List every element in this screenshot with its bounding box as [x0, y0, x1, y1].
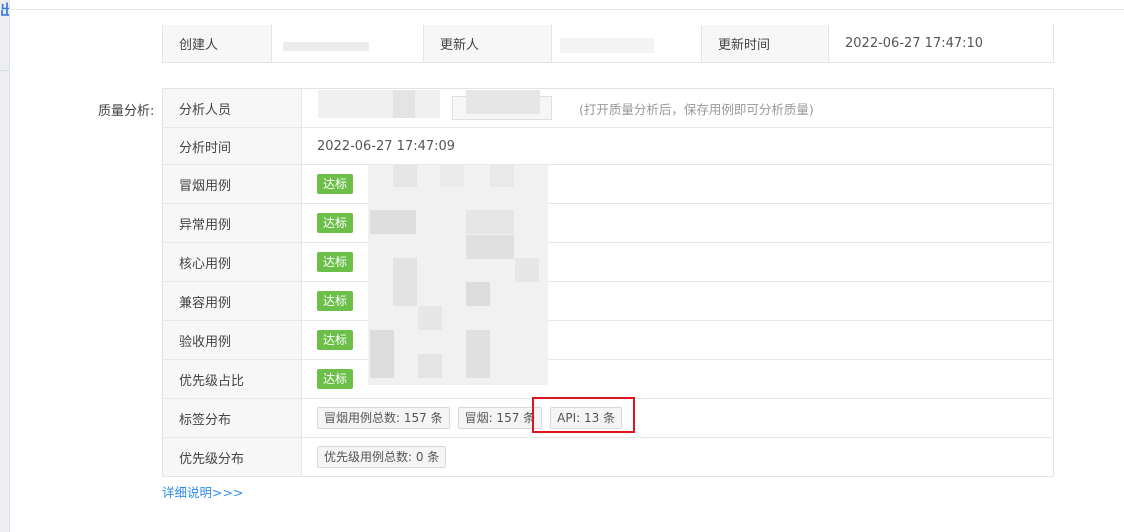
detail-link[interactable]: 详细说明>>>: [162, 482, 243, 501]
redacted-block: [393, 90, 415, 118]
table-row: 优先级占比 达标: [163, 360, 1053, 399]
quality-section-label: 质量分析:: [98, 104, 155, 119]
table-row: 异常用例 达标: [163, 204, 1053, 243]
table-row: 兼容用例 达标: [163, 282, 1053, 321]
redacted-block: [283, 42, 369, 51]
redacted-block: [466, 90, 540, 114]
redacted-block: [466, 235, 514, 259]
tag-dist-item: 冒烟用例总数: 157 条: [317, 407, 450, 429]
rail-glyph[interactable]: 出: [0, 2, 9, 20]
tag-dist-item: 冒烟: 157 条: [457, 407, 543, 429]
analyst-hint: (打开质量分析后，保存用例即可分析质量): [579, 101, 814, 117]
status-badge: 达标: [317, 291, 354, 311]
highlight-box: [532, 397, 635, 433]
row-label: 兼容用例: [163, 282, 302, 320]
table-row: 核心用例 达标: [163, 243, 1053, 282]
left-rail: 出: [0, 0, 10, 532]
analysis-time-row: 分析时间 2022-06-27 17:47:09: [163, 128, 1053, 165]
updated-time-label: 更新时间: [702, 25, 829, 62]
priority-dist-label: 优先级分布: [163, 438, 302, 476]
redacted-block: [466, 210, 514, 234]
updated-time-value: 2022-06-27 17:47:10: [845, 36, 984, 51]
status-badge: 达标: [317, 252, 354, 272]
row-label: 核心用例: [163, 243, 302, 281]
redacted-block: [370, 330, 394, 378]
top-divider: [10, 9, 1124, 10]
redacted-block: [466, 330, 490, 378]
redacted-block: [515, 258, 539, 282]
redacted-block: [560, 38, 654, 53]
redacted-block: [440, 165, 464, 187]
redacted-block: [418, 306, 442, 330]
status-badge: 达标: [317, 174, 354, 194]
analysis-time-value: 2022-06-27 17:47:09: [317, 138, 456, 154]
created-by-label: 创建人: [163, 25, 272, 62]
status-badge: 达标: [317, 330, 354, 350]
status-badge: 达标: [317, 213, 354, 233]
status-badge: 达标: [317, 369, 354, 389]
rail-divider: [0, 70, 9, 71]
analysis-time-label: 分析时间: [163, 128, 302, 164]
redacted-block: [490, 165, 514, 187]
table-row: 冒烟用例 达标: [163, 165, 1053, 204]
redacted-block: [466, 282, 490, 306]
row-label: 异常用例: [163, 204, 302, 242]
priority-distribution-row: 优先级分布 优先级用例总数: 0 条: [163, 438, 1053, 476]
redacted-block: [318, 90, 440, 118]
row-label: 优先级占比: [163, 360, 302, 398]
updated-by-label: 更新人: [424, 25, 552, 62]
redacted-block: [393, 258, 417, 306]
redacted-block: [393, 165, 417, 187]
priority-dist-item: 优先级用例总数: 0 条: [317, 446, 447, 468]
redacted-block: [370, 210, 416, 234]
table-row: 验收用例 达标: [163, 321, 1053, 360]
tag-dist-label: 标签分布: [163, 399, 302, 437]
row-label: 验收用例: [163, 321, 302, 359]
redacted-block: [418, 354, 442, 378]
analyst-row: 分析人员 (打开质量分析后，保存用例即可分析质量): [163, 89, 1053, 128]
analyst-label: 分析人员: [163, 89, 302, 127]
row-label: 冒烟用例: [163, 165, 302, 203]
